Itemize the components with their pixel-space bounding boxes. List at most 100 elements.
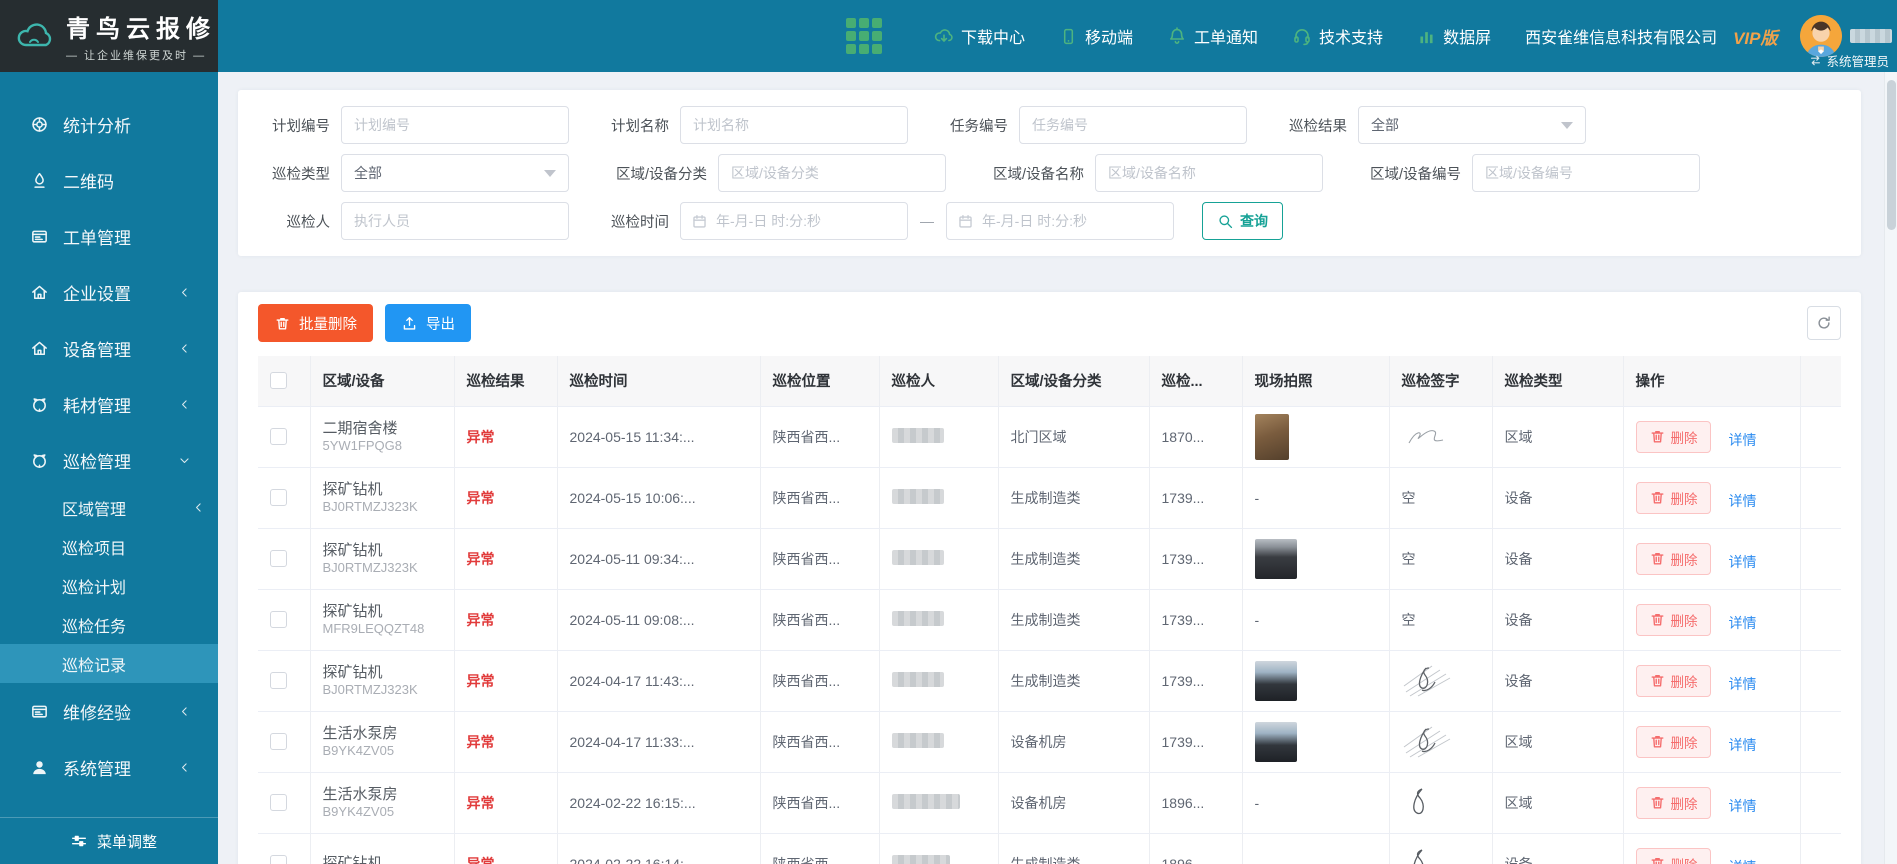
- column-header: 操作: [1623, 356, 1801, 407]
- delete-button[interactable]: 删除: [1635, 603, 1711, 636]
- detail-link[interactable]: 详情: [1729, 798, 1757, 814]
- apps-grid-icon[interactable]: [846, 18, 882, 54]
- row-checkbox[interactable]: [270, 855, 287, 864]
- table-row: 探矿钻机 BJ0RTMZJ323K 异常 2024-05-11 09:34:... 陕西…: [258, 528, 1841, 590]
- filter-select[interactable]: 全部: [1358, 106, 1586, 144]
- sidebar-item-stats[interactable]: 统计分析: [0, 96, 218, 152]
- filter-input[interactable]: [341, 106, 569, 144]
- nav-label: 工单通知: [1194, 30, 1259, 47]
- detail-link[interactable]: 详情: [1729, 676, 1757, 692]
- inspection-type: 设备: [1492, 467, 1624, 529]
- site-photo-empty: -: [1242, 833, 1390, 864]
- filter-select[interactable]: 全部: [341, 154, 569, 192]
- vip-badge[interactable]: VIP版: [1733, 24, 1777, 49]
- row-checkbox[interactable]: [270, 489, 287, 507]
- detail-link[interactable]: 详情: [1729, 737, 1757, 753]
- end-time-field[interactable]: [982, 213, 1163, 229]
- detail-link[interactable]: 详情: [1729, 859, 1757, 864]
- site-photo-thumbnail[interactable]: [1254, 721, 1297, 762]
- chevron-down-icon: [544, 169, 556, 177]
- sidebar-item-inspection[interactable]: 巡检管理: [0, 432, 218, 488]
- start-time-field[interactable]: [716, 213, 897, 229]
- inspection-type: 设备: [1492, 589, 1624, 651]
- device-category: 设备机房: [998, 711, 1150, 773]
- home-icon: [30, 283, 49, 302]
- export-button[interactable]: 导出: [385, 304, 471, 342]
- detail-link[interactable]: 详情: [1729, 615, 1757, 631]
- phone-icon: [1059, 27, 1078, 46]
- detail-link[interactable]: 详情: [1729, 432, 1757, 448]
- search-button[interactable]: 查询: [1202, 202, 1283, 240]
- detail-link[interactable]: 详情: [1729, 493, 1757, 509]
- page-scrollbar[interactable]: [1884, 72, 1897, 864]
- inspector-name-redacted: [891, 671, 944, 687]
- inspector-name-redacted: [891, 427, 944, 443]
- row-checkbox[interactable]: [270, 550, 287, 568]
- filter-field: 区域/设备分类: [595, 154, 946, 192]
- user-menu[interactable]: [1849, 29, 1897, 43]
- row-checkbox[interactable]: [270, 428, 287, 446]
- signature-image[interactable]: [1402, 422, 1480, 452]
- nav-work-order-notice[interactable]: 工单通知: [1167, 24, 1258, 48]
- filter-input[interactable]: [1095, 154, 1323, 192]
- signature-image[interactable]: [1402, 662, 1480, 700]
- sidebar-item-area-mgmt[interactable]: 区域管理: [0, 488, 218, 527]
- inspector-input[interactable]: [341, 202, 569, 240]
- site-photo-thumbnail[interactable]: [1254, 660, 1297, 701]
- site-photo-thumbnail[interactable]: [1254, 413, 1289, 460]
- nav-data-screen[interactable]: 数据屏: [1417, 24, 1491, 48]
- delete-label: 删除: [1670, 552, 1698, 568]
- sidebar-item-enterprise[interactable]: 企业设置: [0, 264, 218, 320]
- detail-link[interactable]: 详情: [1729, 554, 1757, 570]
- app-logo[interactable]: 青鸟云报修 — 让企业维保更及时 —: [0, 0, 218, 72]
- trash-icon: [1649, 733, 1666, 750]
- nav-mobile[interactable]: 移动端: [1059, 24, 1133, 48]
- filter-row-2: 巡检类型 全部 区域/设备分类 区域/设备名称 区域/设备编号: [256, 154, 1841, 192]
- sidebar-item-system[interactable]: 系统管理: [0, 739, 218, 795]
- device-name: 探矿钻机: [322, 855, 383, 864]
- logo-text: 青鸟云报修 — 让企业维保更及时 —: [66, 9, 216, 63]
- sidebar-item-menu-adjust[interactable]: 菜单调整: [0, 817, 218, 864]
- select-all-checkbox[interactable]: [270, 372, 287, 390]
- delete-button[interactable]: 删除: [1635, 725, 1711, 758]
- delete-button[interactable]: 删除: [1635, 847, 1711, 864]
- delete-button[interactable]: 删除: [1635, 420, 1711, 453]
- user-role: 系统管理员: [1809, 51, 1889, 70]
- delete-button[interactable]: 删除: [1635, 481, 1711, 514]
- batch-delete-button[interactable]: 批量删除: [258, 304, 373, 342]
- sidebar-item-consumable[interactable]: 耗材管理: [0, 376, 218, 432]
- column-header: 现场拍照: [1242, 356, 1390, 407]
- delete-button[interactable]: 删除: [1635, 664, 1711, 697]
- refresh-button[interactable]: [1807, 306, 1841, 340]
- end-time-input[interactable]: [946, 202, 1174, 240]
- sidebar-item-repair-exp[interactable]: 维修经验: [0, 683, 218, 739]
- signature-image[interactable]: [1402, 785, 1480, 821]
- scrollbar-thumb[interactable]: [1887, 80, 1896, 230]
- signature-image[interactable]: [1402, 723, 1480, 761]
- sidebar-item-inspection-item[interactable]: 巡检项目: [0, 527, 218, 566]
- app-title: 青鸟云报修: [66, 16, 216, 43]
- filter-input[interactable]: [1019, 106, 1247, 144]
- filter-input[interactable]: [680, 106, 908, 144]
- sidebar-item-inspection-plan[interactable]: 巡检计划: [0, 566, 218, 605]
- row-checkbox[interactable]: [270, 794, 287, 812]
- filter-input[interactable]: [718, 154, 946, 192]
- row-checkbox[interactable]: [270, 672, 287, 690]
- delete-button[interactable]: 删除: [1635, 786, 1711, 819]
- inspection-location: 陕西省西...: [760, 833, 880, 864]
- nav-tech-support[interactable]: 技术支持: [1292, 24, 1383, 48]
- device-category: 生成制造类: [998, 528, 1150, 590]
- site-photo-thumbnail[interactable]: [1254, 538, 1297, 579]
- row-checkbox[interactable]: [270, 611, 287, 629]
- sidebar-item-device[interactable]: 设备管理: [0, 320, 218, 376]
- sidebar-item-qrcode[interactable]: 二维码: [0, 152, 218, 208]
- nav-download-center[interactable]: 下载中心: [934, 24, 1025, 48]
- sidebar-item-work-order[interactable]: 工单管理: [0, 208, 218, 264]
- sidebar-item-inspection-record[interactable]: 巡检记录: [0, 644, 218, 683]
- sidebar-item-inspection-task[interactable]: 巡检任务: [0, 605, 218, 644]
- start-time-input[interactable]: [680, 202, 908, 240]
- filter-input[interactable]: [1472, 154, 1700, 192]
- signature-image[interactable]: [1402, 846, 1480, 864]
- row-checkbox[interactable]: [270, 733, 287, 751]
- delete-button[interactable]: 删除: [1635, 542, 1711, 575]
